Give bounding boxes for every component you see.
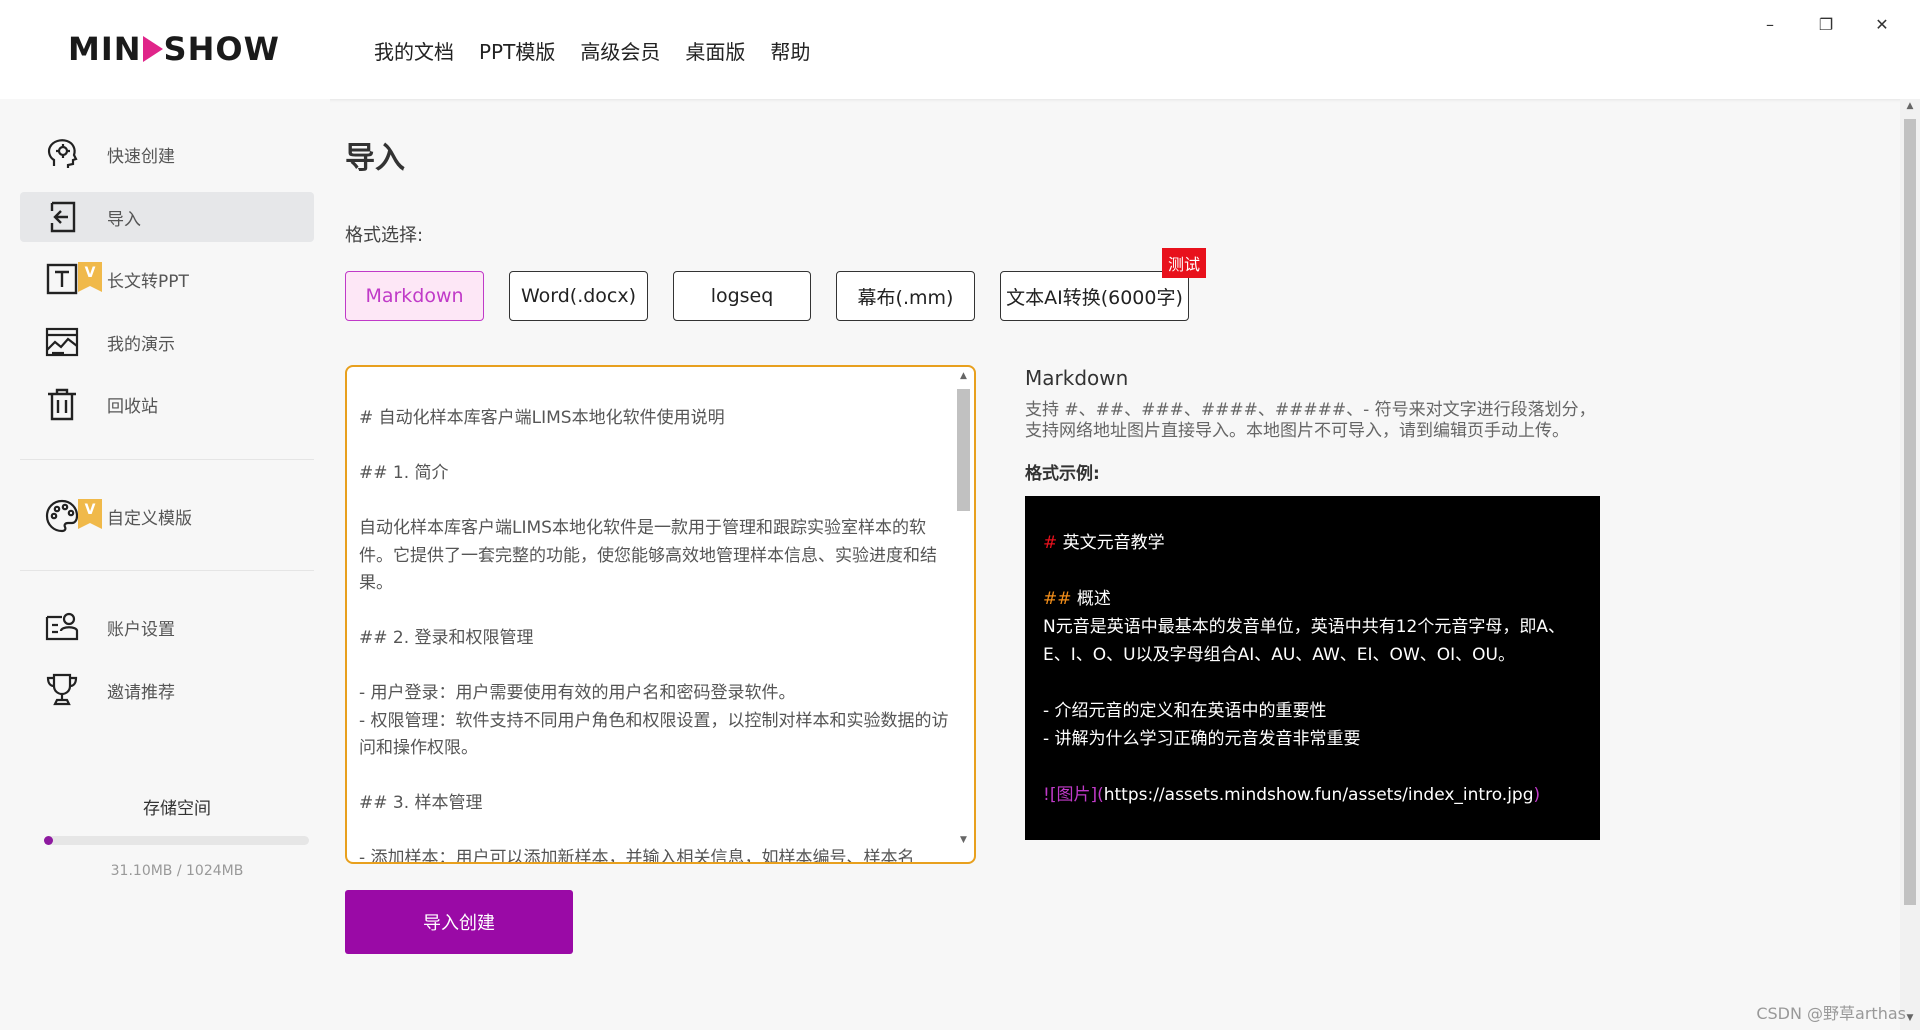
sidebar-item-custom-template[interactable]: V 自定义模版: [20, 491, 314, 541]
page-title: 导入: [345, 141, 405, 176]
format-example-box: # 英文元音教学 ## 概述 N元音是英语中最基本的发音单位，英语中共有12个元…: [1025, 496, 1600, 840]
editor-line: [359, 598, 949, 626]
example-line: [1043, 557, 1582, 585]
storage-title: 存储空间: [143, 799, 211, 819]
sidebar-divider: [20, 459, 314, 460]
editor-line: # 自动化样本库客户端LIMS本地化软件使用说明: [359, 408, 725, 428]
editor-line: ## 2. 登录和权限管理: [359, 628, 534, 648]
example-title: 格式示例:: [1025, 464, 1100, 484]
window-controls: – ❐ ✕: [1742, 12, 1910, 36]
sidebar-item-trash[interactable]: 回收站: [20, 379, 314, 429]
format-info-title: Markdown: [1025, 366, 1129, 390]
text-icon: [44, 261, 80, 297]
editor-scroll-thumb[interactable]: [957, 389, 970, 511]
editor-line: - 添加样本：用户可以添加新样本，并输入相关信息，如样本编号、样本名: [359, 848, 915, 864]
storage-progress-fill: [44, 836, 53, 845]
storage-progress-bar: [44, 836, 309, 845]
example-line: ![图片](https://assets.mindshow.fun/assets…: [1043, 785, 1541, 805]
editor-line: - 权限管理：软件支持不同用户角色和权限设置，以控制对样本和实验数据的访问和操作…: [359, 710, 949, 759]
editor-line: [359, 763, 949, 791]
editor-line: ## 1. 简介: [359, 463, 449, 483]
account-icon: [44, 609, 80, 645]
mindshow-logo[interactable]: MIN SHOW: [68, 30, 280, 68]
editor-line: [359, 818, 949, 846]
trophy-icon: [44, 672, 80, 708]
example-line: N元音是英语中最基本的发音单位，英语中共有12个元音字母，即A、E、I、O、U以…: [1043, 617, 1565, 665]
import-icon: [44, 199, 80, 235]
page-scroll-up-icon[interactable]: ▲: [1900, 101, 1920, 111]
scroll-down-icon[interactable]: ▼: [955, 835, 972, 845]
sidebar-divider: [20, 570, 314, 571]
editor-content[interactable]: # 自动化样本库客户端LIMS本地化软件使用说明 ## 1. 简介自动化样本库客户…: [359, 405, 949, 864]
nav-desktop[interactable]: 桌面版: [685, 36, 745, 65]
sidebar-item-invite[interactable]: 邀请推荐: [20, 665, 314, 715]
page-scroll-thumb[interactable]: [1904, 119, 1916, 905]
sidebar-item-import[interactable]: 导入: [20, 192, 314, 242]
trash-icon: [44, 386, 80, 422]
minimize-icon[interactable]: –: [1742, 12, 1798, 36]
editor-line: ## 3. 样本管理: [359, 793, 483, 813]
format-ai-text-button[interactable]: 文本AI转换(6000字): [1000, 271, 1189, 321]
editor-line: 自动化样本库客户端LIMS本地化软件是一款用于管理和跟踪实验室样本的软件。它提供…: [359, 518, 937, 593]
example-line: - 讲解为什么学习正确的元音发音非常重要: [1043, 729, 1361, 749]
palette-icon: [44, 498, 80, 534]
sidebar-item-account-settings[interactable]: 账户设置: [20, 602, 314, 652]
vip-badge: V: [78, 499, 102, 529]
editor-line: [359, 433, 949, 461]
example-line: # 英文元音教学: [1043, 533, 1165, 553]
watermark: CSDN @野草arthas: [1756, 1004, 1906, 1023]
top-nav: 我的文档 PPT模版 高级会员 桌面版 帮助: [374, 36, 810, 65]
restore-icon[interactable]: ❐: [1798, 12, 1854, 36]
editor-line: [359, 488, 949, 516]
editor-line: - 用户登录：用户需要使用有效的用户名和密码登录软件。: [359, 683, 796, 703]
format-mubu-button[interactable]: 幕布(.mm): [836, 271, 975, 321]
sidebar: 快速创建 导入 V 长文转PPT 我的演示 回收站 V 自定义模版 账户设置 邀…: [0, 99, 330, 1030]
nav-my-docs[interactable]: 我的文档: [374, 36, 454, 65]
format-label: 格式选择:: [345, 225, 424, 246]
import-create-button[interactable]: 导入创建: [345, 890, 573, 954]
page-scrollbar[interactable]: ▲ ▼: [1900, 99, 1920, 1030]
lightbulb-head-icon: [44, 136, 80, 172]
presentation-icon: [44, 324, 80, 360]
beta-badge: 测试: [1162, 248, 1206, 278]
editor-scrollbar[interactable]: ▲ ▼: [955, 371, 972, 851]
close-icon[interactable]: ✕: [1854, 12, 1910, 36]
sidebar-item-quick-create[interactable]: 快速创建: [20, 129, 314, 179]
format-markdown-button[interactable]: Markdown: [345, 271, 484, 321]
storage-usage-text: 31.10MB / 1024MB: [110, 863, 244, 879]
scroll-up-icon[interactable]: ▲: [955, 371, 972, 381]
top-bar: MIN SHOW 我的文档 PPT模版 高级会员 桌面版 帮助 – ❐ ✕: [0, 0, 1920, 99]
editor-line: [359, 653, 949, 681]
format-word-button[interactable]: Word(.docx): [509, 271, 648, 321]
example-line: [1043, 669, 1582, 697]
nav-help[interactable]: 帮助: [770, 36, 810, 65]
sidebar-item-my-presentations[interactable]: 我的演示: [20, 317, 314, 367]
vip-badge: V: [78, 262, 102, 292]
main-content: 导入 格式选择: Markdown Word(.docx) logseq 幕布(…: [330, 99, 1900, 1030]
format-info-description: 支持 #、##、###、####、#####、- 符号来对文字进行段落划分，支持…: [1025, 400, 1596, 441]
nav-ppt-templates[interactable]: PPT模版: [479, 36, 555, 65]
markdown-editor[interactable]: # 自动化样本库客户端LIMS本地化软件使用说明 ## 1. 简介自动化样本库客户…: [345, 365, 976, 864]
nav-premium[interactable]: 高级会员: [580, 36, 660, 65]
example-line: ## 概述: [1043, 589, 1111, 609]
sidebar-item-long-text-ppt[interactable]: V 长文转PPT: [20, 254, 314, 304]
format-logseq-button[interactable]: logseq: [673, 271, 811, 321]
play-triangle-icon: [142, 36, 163, 62]
example-line: - 介绍元音的定义和在英语中的重要性: [1043, 701, 1327, 721]
example-line: [1043, 753, 1582, 781]
